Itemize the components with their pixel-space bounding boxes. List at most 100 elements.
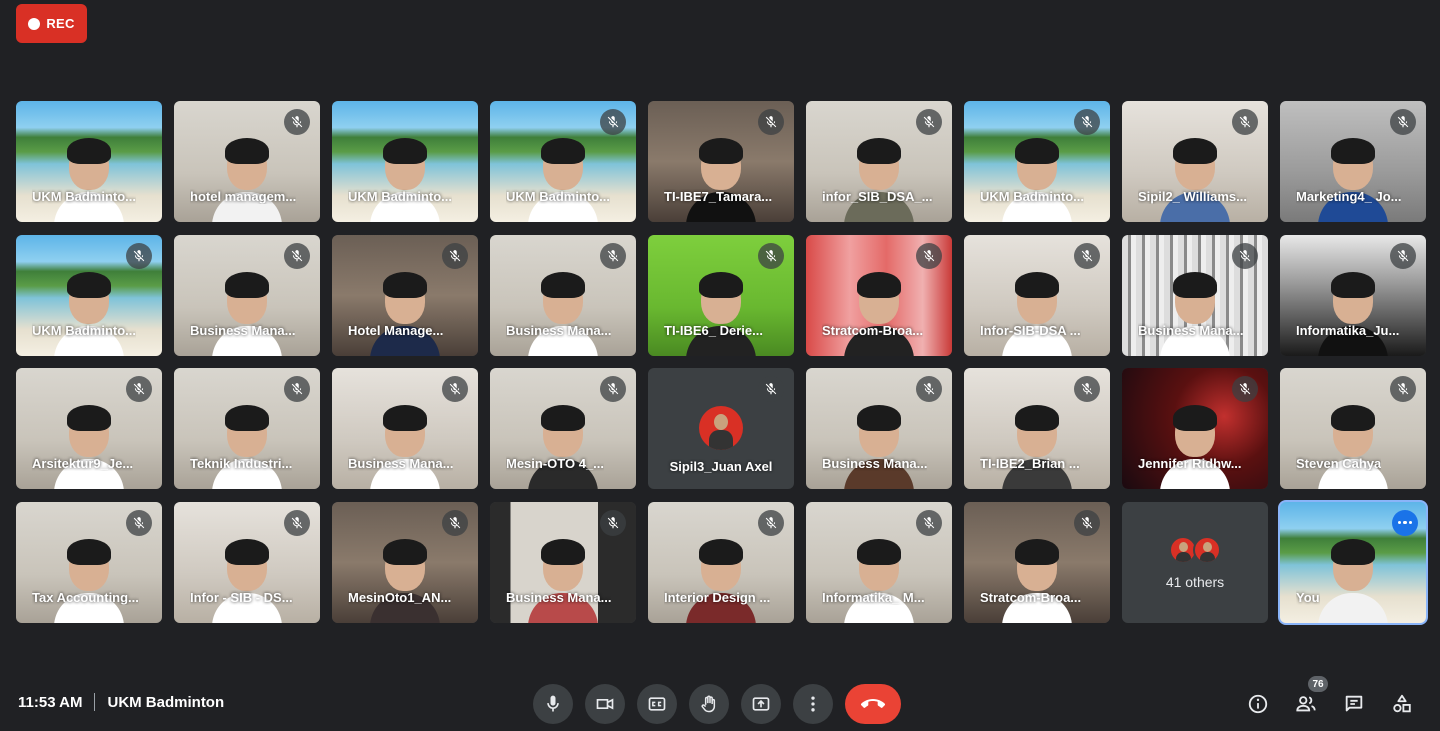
participant-tile[interactable]: Sipil3_Juan Axel [648,368,794,489]
participant-tile[interactable]: Stratcom-Broa... [964,501,1110,623]
participant-video [528,405,598,489]
participant-video [528,271,598,356]
participant-video [844,405,914,489]
participant-name: TI-IBE6_ Derie... [664,322,763,338]
participant-video [1002,138,1072,222]
participant-tile[interactable]: UKM Badminto... [16,101,162,222]
muted-indicator [916,376,942,402]
more-options-button[interactable] [793,684,833,724]
muted-indicator [442,242,468,269]
meeting-time: 11:53 AM [18,693,83,711]
participant-tile[interactable]: Infor-SIB-DSA ... [964,234,1110,356]
participant-name: Sipil3_Juan Axel [669,459,773,474]
record-dot-icon [28,17,41,30]
mic-off-icon [923,383,935,395]
mic-icon [547,695,559,712]
participant-tile[interactable]: UKM Badminto... [16,234,162,356]
participant-tile[interactable]: UKM Badminto... [490,101,636,222]
mic-off-icon [1397,383,1409,395]
mic-off-icon [1397,249,1409,261]
participant-tile[interactable]: Hotel Manage... [332,234,478,356]
present-screen-button[interactable] [741,684,781,724]
muted-indicator [758,109,784,135]
raise-hand-button[interactable] [689,684,729,724]
activities-icon [1393,694,1411,713]
participant-video [54,538,124,623]
participant-tile[interactable]: infor_SIB_DSA_... [806,101,952,222]
muted-indicator [126,509,152,536]
participant-tile[interactable]: TI-IBE2_Brian ... [964,368,1110,489]
participant-video [686,271,756,356]
mic-off-icon [1239,383,1251,395]
mic-off-icon [923,116,935,128]
camera-button[interactable] [585,684,625,724]
participant-tile[interactable]: UKM Badminto... [964,101,1110,222]
camera-icon [596,698,614,710]
meeting-info: 11:53 AM UKM Badminton [18,693,224,711]
participant-tile[interactable]: TI-IBE7_Tamara... [648,101,794,222]
microphone-button[interactable] [533,684,573,724]
participant-video [528,538,598,623]
participant-tile[interactable]: Business Mana... [490,501,636,623]
participant-tile[interactable]: Business Mana... [490,234,636,356]
participant-tile[interactable]: Informatika_ M... [806,501,952,623]
muted-indicator [916,509,942,536]
muted-indicator [284,242,310,269]
participant-tile[interactable]: Teknik Industri... [174,368,320,489]
participant-name: Business Mana... [506,589,612,605]
activities-button[interactable] [1386,684,1418,724]
people-button[interactable]: 76 [1290,676,1328,724]
participant-tile[interactable]: Jennifer Ridhw... [1122,368,1268,489]
mic-off-icon [923,249,935,261]
participant-video [212,538,282,623]
participant-tile[interactable]: Business Mana... [806,368,952,489]
participant-video [212,405,282,489]
participant-tile[interactable]: TI-IBE6_ Derie... [648,234,794,356]
participant-grid: UKM Badminto... hotel managem... UKM Badmi… [16,101,1428,625]
participant-name: Hotel Manage... [348,322,444,338]
participant-tile[interactable]: Business Mana... [1122,234,1268,356]
captions-button[interactable] [637,684,677,724]
more-vert-icon [811,696,815,712]
muted-indicator [284,376,310,402]
muted-indicator [1232,376,1258,402]
participant-tile[interactable]: Business Mana... [174,234,320,356]
muted-indicator [1232,242,1258,269]
participant-tile[interactable]: Tax Accounting... [16,501,162,623]
participant-tile[interactable]: Stratcom-Broa... [806,234,952,356]
muted-indicator [1074,509,1100,536]
participant-name: infor_SIB_DSA_... [822,189,933,204]
participant-video [1002,538,1072,623]
participant-tile[interactable]: Infor - SIB - DS... [174,501,320,623]
end-call-button[interactable] [845,684,901,724]
more-options-icon[interactable] [1392,509,1418,536]
others-count-label: 41 others [1165,573,1225,590]
participant-tile[interactable]: MesinOto1_AN... [332,501,478,623]
participant-video [370,538,440,623]
participant-tile[interactable]: Informatika_Ju... [1280,234,1426,356]
self-video-tile[interactable]: You [1278,499,1428,625]
participant-tile[interactable]: UKM Badminto... [332,101,478,222]
participant-tile[interactable]: Mesin-OTO 4_... [490,368,636,489]
participant-video [1002,271,1072,356]
participant-tile[interactable]: Arsitektur9_Je... [16,368,162,489]
others-tile[interactable]: 41 others [1122,501,1268,623]
chat-button[interactable] [1338,684,1370,724]
participant-tile[interactable]: Business Mana... [332,368,478,489]
muted-indicator [1390,242,1416,269]
mic-off-icon [1081,249,1093,261]
participant-tile[interactable]: Marketing4_ Jo... [1280,101,1426,222]
participant-tile[interactable]: Sipil2_ Williams... [1122,101,1268,222]
participant-tile[interactable]: Interior Design ... [648,501,794,623]
participant-name: Sipil2_ Williams... [1138,189,1247,204]
participant-video [54,271,124,356]
muted-indicator [600,376,626,402]
participant-tile[interactable]: hotel managem... [174,101,320,222]
meeting-details-button[interactable] [1242,684,1274,724]
captions-icon [648,697,666,711]
participant-name: Business Mana... [190,322,296,338]
participant-name: Informatika_Ju... [1296,322,1400,338]
mic-off-icon [1081,383,1093,395]
participant-name: You [1296,589,1320,605]
participant-tile[interactable]: Steven Cahya [1280,368,1426,489]
